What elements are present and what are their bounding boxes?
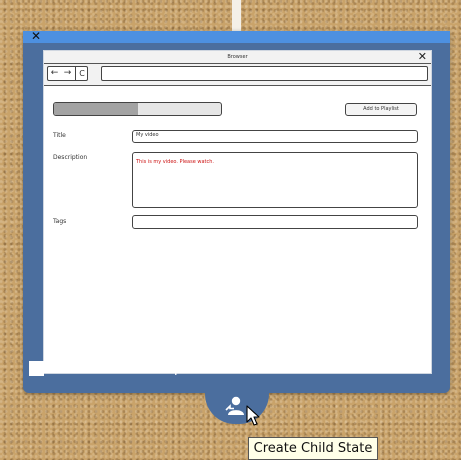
tags-field[interactable] [132, 215, 418, 229]
checkbox-label: Enter video description [47, 360, 210, 376]
refresh-icon[interactable]: C [75, 67, 88, 80]
close-icon[interactable]: ✕ [30, 30, 42, 42]
background-divider [232, 0, 241, 32]
description-field[interactable]: This is my video. Please watch. [132, 152, 418, 208]
state-panel: ✕ Browser ✕ ← → C Add to Playlist Title … [23, 30, 450, 393]
title-value: My video [136, 132, 159, 138]
child-state-icon[interactable] [224, 394, 248, 418]
panel-titlebar [23, 31, 450, 43]
add-to-playlist-button[interactable]: Add to Playlist [345, 103, 417, 116]
browser-chrome: Browser ✕ ← → C [44, 51, 431, 86]
forward-arrow-icon[interactable]: → [61, 67, 74, 80]
title-field[interactable]: My video [132, 130, 418, 143]
tags-label: Tags [53, 218, 67, 225]
address-bar[interactable] [101, 66, 428, 81]
browser-mockup[interactable]: Browser ✕ ← → C Add to Playlist Title My… [43, 50, 432, 374]
description-checkbox[interactable] [29, 361, 44, 376]
description-value: This is my video. Please watch. [136, 159, 214, 165]
progress-fill [54, 103, 138, 115]
browser-titlebar: Browser ✕ [44, 51, 431, 64]
back-arrow-icon[interactable]: ← [48, 67, 61, 80]
browser-title: Browser [227, 54, 248, 60]
description-label: Description [53, 154, 88, 161]
nav-buttons: ← → C [47, 66, 88, 81]
video-progress-bar[interactable] [53, 102, 222, 116]
browser-close-icon[interactable]: ✕ [418, 51, 427, 63]
title-label: Title [53, 132, 66, 139]
create-child-state-tooltip: Create Child State [248, 437, 378, 460]
mouse-cursor-icon [246, 405, 260, 426]
